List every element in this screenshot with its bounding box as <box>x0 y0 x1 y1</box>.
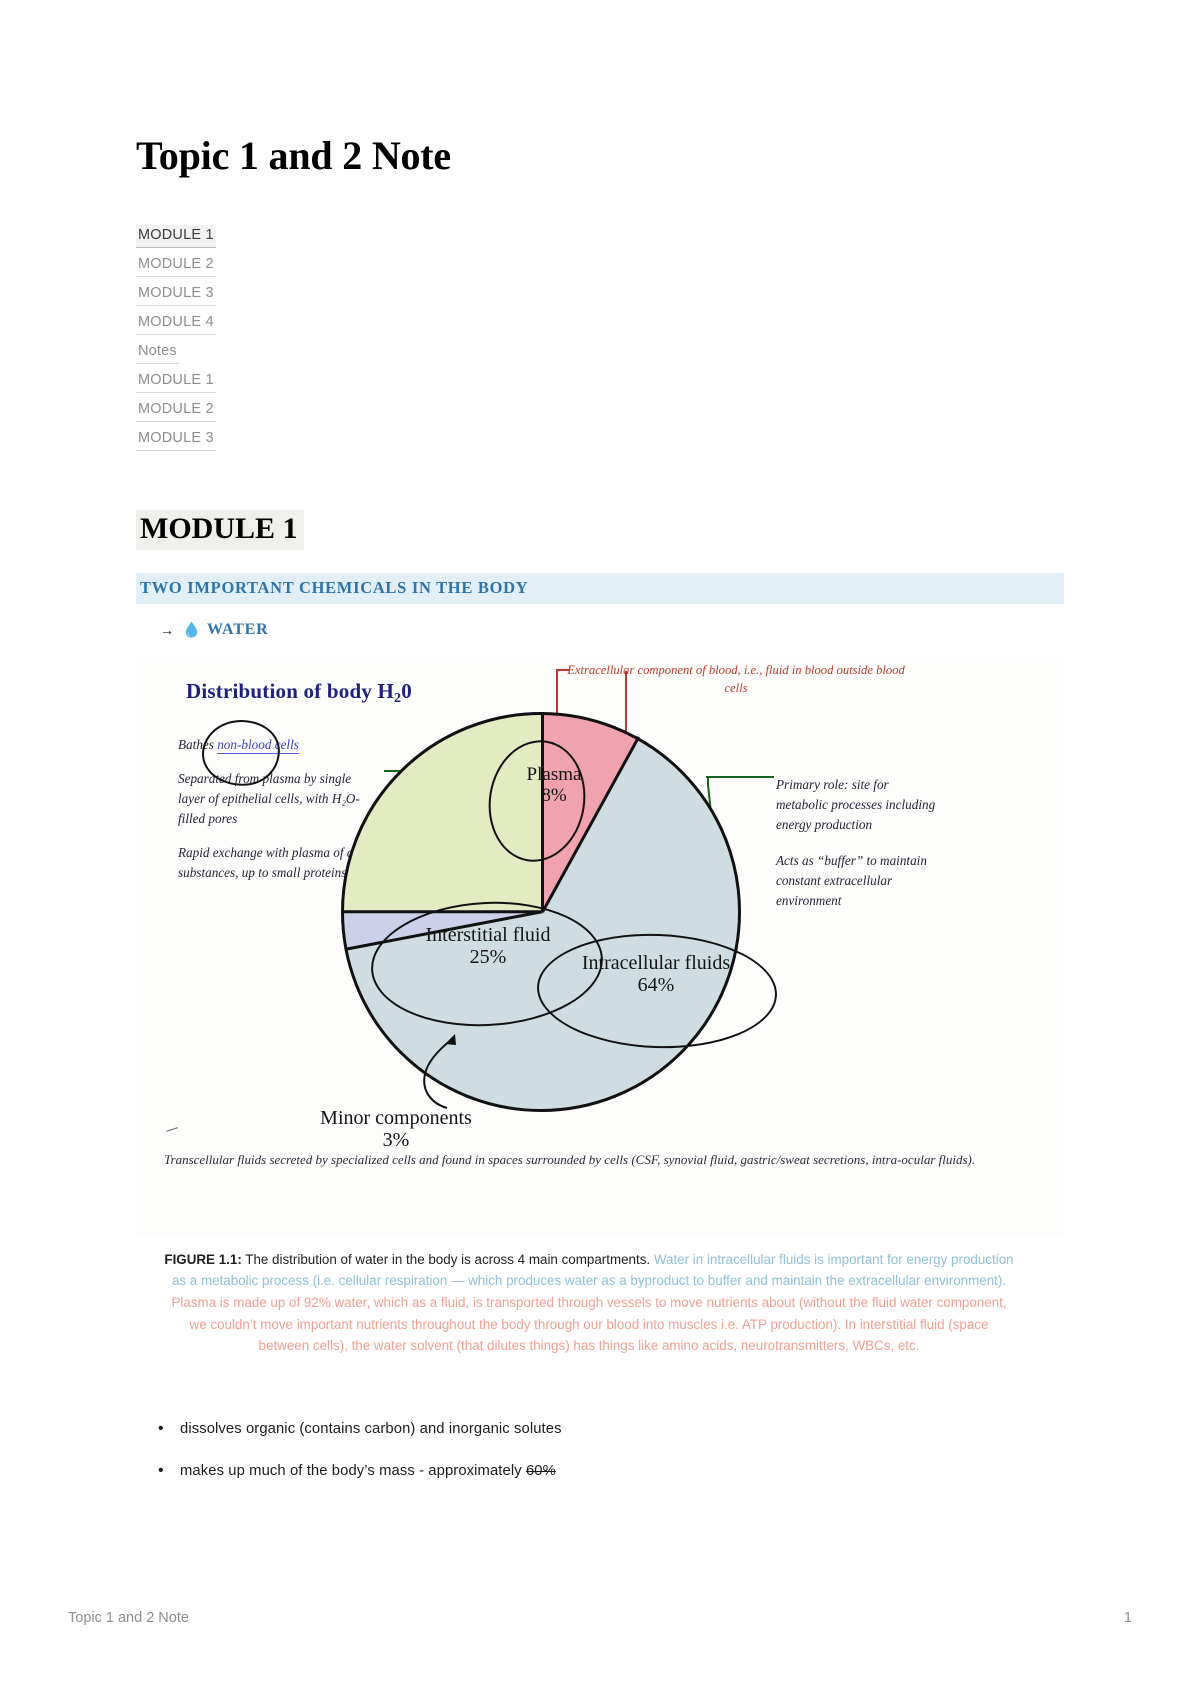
annotation-left-prefix: Bathes <box>178 736 218 752</box>
toc-item-module-3-second[interactable]: MODULE 3 <box>136 428 216 451</box>
toc-item-module-1[interactable]: MODULE 1 <box>136 225 216 248</box>
pie-separator-plasma-start <box>541 711 544 912</box>
water-label: WATER <box>207 620 269 638</box>
annotation-right-line-1: Primary role: site for metabolic process… <box>776 776 936 832</box>
pie-label-interstitial-name: Interstitial fluid <box>425 923 551 946</box>
section-heading-banner: TWO IMPORTANT CHEMICALS IN THE BODY <box>136 572 1064 604</box>
toc-item-module-2[interactable]: MODULE 2 <box>136 254 216 277</box>
pie-chart: Plasma 8% Interstitial fluid 25% Intrace… <box>320 711 779 1151</box>
toc-item-module-3[interactable]: MODULE 3 <box>136 283 216 306</box>
pie-label-plasma-percent: 8% <box>541 784 567 806</box>
water-list-item: → WATER <box>136 621 1064 639</box>
pie-label-plasma-name: Plasma <box>526 763 582 785</box>
footer-document-name: Topic 1 and 2 Note <box>68 1610 189 1626</box>
figure-caption-salmon: Plasma is made up of 92% water, which as… <box>171 1294 1007 1354</box>
figure-caption-black: The distribution of water in the body is… <box>241 1251 654 1267</box>
list-item: dissolves organic (contains carbon) and … <box>158 1418 1064 1440</box>
list-item-text: makes up much of the body’s mass - appro… <box>180 1462 526 1479</box>
pie-separator-minor-end <box>342 910 543 913</box>
pie-label-intracellular-name: Intracellular fluids <box>581 951 731 974</box>
list-item-text: dissolves organic (contains carbon) and … <box>180 1421 562 1438</box>
pie-label-intracellular: Intracellular fluids 64% <box>541 952 771 997</box>
document-page: Topic 1 and 2 Note MODULE 1 MODULE 2 MOD… <box>0 0 1200 1698</box>
figure-title-main: Distribution of body H <box>186 678 395 703</box>
annotation-left-underlined: non-blood cells <box>217 736 299 754</box>
footnote-tick-mark <box>166 1126 178 1132</box>
figure-caption: FIGURE 1.1: The distribution of water in… <box>164 1249 1014 1358</box>
pie-label-plasma: Plasma 8% <box>499 764 609 807</box>
footer-page-number: 1 <box>1123 1610 1132 1626</box>
annotation-right-line-2: Acts as “buffer” to maintain constant ex… <box>776 853 927 909</box>
list-item-strikethrough-value: 60% <box>525 1462 556 1479</box>
figure-1-1: Distribution of body H20 Bathes non-bloo… <box>136 656 1064 1237</box>
toc-item-notes[interactable]: Notes <box>136 341 179 364</box>
toc-item-module-1-second[interactable]: MODULE 1 <box>136 370 216 393</box>
toc-item-module-4[interactable]: MODULE 4 <box>136 312 216 335</box>
figure-title-tail: 0 <box>401 678 412 703</box>
annotation-extracellular-red: Extracellular component of blood, i.e., … <box>567 662 905 696</box>
table-of-contents: MODULE 1 MODULE 2 MODULE 3 MODULE 4 Note… <box>136 225 1064 451</box>
heading-module-1: MODULE 1 <box>136 510 304 550</box>
page-footer: Topic 1 and 2 Note 1 <box>68 1610 1132 1626</box>
annotation-right: Primary role: site for metabolic process… <box>776 775 936 928</box>
figure-title: Distribution of body H20 <box>186 678 412 706</box>
toc-item-module-2-second[interactable]: MODULE 2 <box>136 399 216 422</box>
minor-components-leader-line <box>423 1033 456 1109</box>
figure-footnote: Transcellular fluids secreted by special… <box>164 1151 976 1167</box>
bullet-list: dissolves organic (contains carbon) and … <box>136 1418 1064 1482</box>
list-item: makes up much of the body’s mass - appro… <box>158 1460 1064 1482</box>
figure-title-subscript: 2 <box>394 690 402 706</box>
heading-two-important-chemicals: TWO IMPORTANT CHEMICALS IN THE BODY <box>140 577 529 597</box>
water-droplet-icon <box>185 621 198 638</box>
page-title: Topic 1 and 2 Note <box>136 133 451 178</box>
page-content: Topic 1 and 2 Note MODULE 1 MODULE 2 MOD… <box>136 0 1064 1502</box>
figure-caption-lead: FIGURE 1.1: <box>164 1251 242 1267</box>
pie-label-intracellular-percent: 64% <box>637 973 675 996</box>
arrow-right-icon: → <box>160 621 174 638</box>
